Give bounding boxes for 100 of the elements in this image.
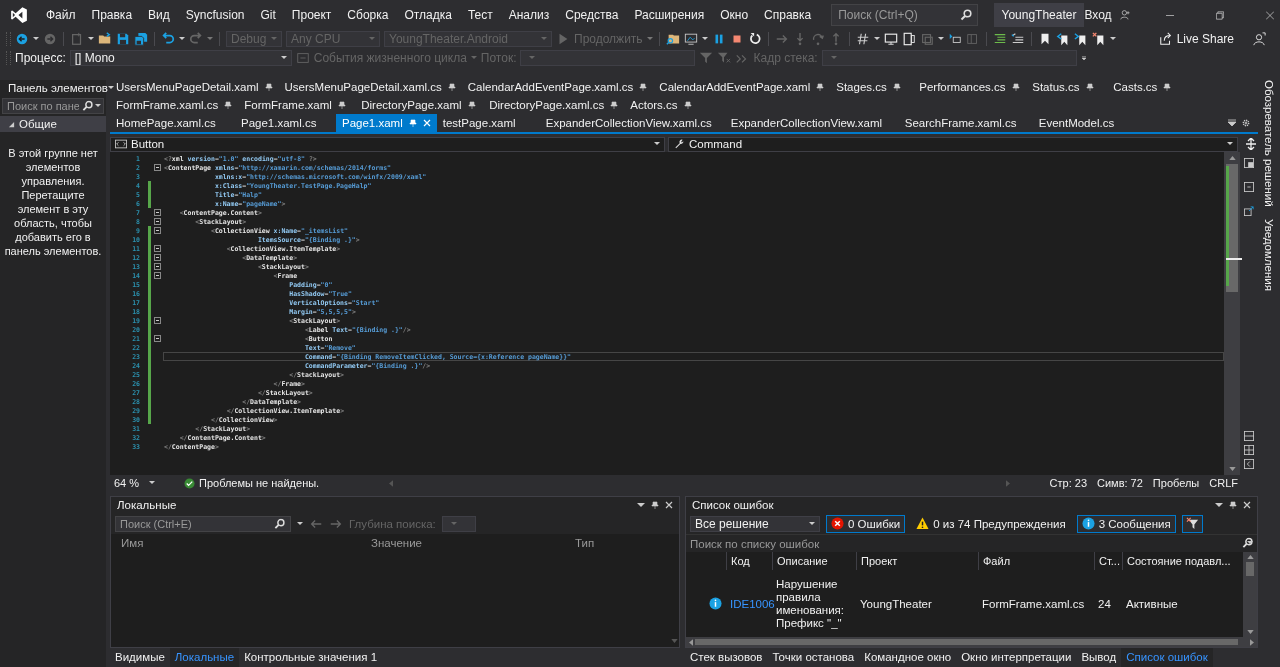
search-field[interactable]: Поиск (Ctrl+Q)	[831, 4, 978, 26]
menu-item[interactable]: Окно	[712, 8, 757, 22]
scroll-right-icon[interactable]	[1250, 638, 1254, 646]
document-tab[interactable]: Status.cs	[1026, 78, 1108, 96]
panel-tab[interactable]: Стек вызовов	[685, 648, 768, 667]
panel-tab[interactable]: Локальные	[169, 648, 240, 667]
collapse-icon[interactable]	[153, 164, 161, 171]
caret-icon[interactable]	[88, 37, 94, 41]
document-tab[interactable]: Actors.cs	[624, 96, 705, 114]
document-tab[interactable]: CalendarAddEventPage.xaml.cs	[461, 78, 654, 96]
caret-icon[interactable]	[1109, 37, 1116, 41]
collapse-icon[interactable]	[153, 227, 161, 234]
pin-icon[interactable]	[224, 101, 233, 109]
scroll-up-icon[interactable]	[1228, 156, 1236, 160]
search-field[interactable]: Поиск по пане	[2, 98, 104, 114]
caret-icon[interactable]	[1215, 501, 1223, 509]
panel-title[interactable]: Панель элементов	[0, 80, 106, 96]
close-icon[interactable]	[665, 501, 673, 509]
pin-icon[interactable]	[683, 101, 692, 109]
pin-icon[interactable]	[1163, 83, 1172, 91]
element-dropdown[interactable]: Button	[110, 136, 665, 152]
pin-icon[interactable]	[1085, 83, 1094, 91]
toolbox-group[interactable]: Общие	[0, 116, 106, 132]
pin-icon[interactable]	[610, 101, 619, 109]
side-tab[interactable]: Обозреватель решений	[1263, 80, 1275, 207]
collapse-icon[interactable]	[153, 263, 161, 270]
pin-icon[interactable]	[337, 101, 346, 109]
column-header[interactable]: Ст...	[1094, 552, 1122, 570]
column-header[interactable]: Тип	[575, 537, 595, 549]
filter-toggle[interactable]: 0 Ошибки	[826, 514, 906, 533]
pin-icon[interactable]	[639, 83, 648, 91]
caret-icon[interactable]	[873, 37, 880, 41]
pin-icon[interactable]	[1229, 501, 1237, 509]
document-tab[interactable]: UsersMenuPageDetail.xaml.cs	[278, 78, 462, 96]
column-header[interactable]: Имя	[111, 537, 371, 549]
pin-icon[interactable]	[264, 83, 273, 91]
menu-item[interactable]: Средства	[557, 8, 627, 22]
popout-icon[interactable]	[1244, 206, 1254, 216]
document-tab[interactable]: FormFrame.xaml.cs	[110, 96, 239, 114]
filter-toggle[interactable]: 0 из 74 Предупреждения	[911, 514, 1071, 533]
caret-icon[interactable]	[701, 37, 708, 41]
filter-button[interactable]	[1181, 514, 1203, 533]
monitor-icon[interactable]	[883, 32, 898, 46]
column-header[interactable]: Проект	[856, 552, 978, 570]
menu-item[interactable]: Syncfusion	[177, 8, 253, 22]
filter-toggle[interactable]: 3 Сообщения	[1076, 514, 1176, 533]
panel-tab[interactable]: Окно интерпретации	[956, 648, 1077, 667]
document-tab[interactable]: ExpanderCollectionView.xaml.cs	[539, 114, 725, 132]
menu-item[interactable]: Правка	[83, 8, 141, 22]
scroll-thumb[interactable]	[1246, 562, 1254, 576]
document-tab[interactable]: FormFrame.xaml	[238, 96, 356, 114]
overflow-icon[interactable]	[1080, 56, 1087, 60]
panel-tab[interactable]: Точки останова	[767, 648, 860, 667]
scrollbar[interactable]	[1243, 552, 1257, 637]
collapse-icon[interactable]	[153, 218, 161, 225]
caret-icon[interactable]	[179, 37, 185, 41]
document-tab[interactable]: Casts.cs	[1107, 78, 1188, 96]
scrollbar[interactable]	[686, 637, 1257, 647]
collapse-icon[interactable]	[153, 317, 161, 324]
process-dropdown[interactable]: [] Mono	[69, 50, 292, 66]
error-code-link[interactable]: IDE1006	[726, 597, 772, 610]
menu-item[interactable]: Сборка	[339, 8, 397, 22]
screen-icon[interactable]	[683, 32, 698, 46]
split-vertical-icon[interactable]	[1244, 445, 1254, 455]
save-icon[interactable]	[116, 32, 130, 46]
column-header[interactable]: Значение	[371, 537, 575, 549]
feedback-icon[interactable]	[1252, 32, 1266, 46]
document-tab[interactable]: UsersMenuPageDetail.xaml	[110, 78, 279, 96]
side-tab[interactable]: Уведомления	[1263, 218, 1275, 291]
collapse-icon[interactable]	[153, 254, 161, 261]
panel-tab[interactable]: Командное окно	[859, 648, 957, 667]
collapse-icon[interactable]	[153, 272, 161, 279]
menu-item[interactable]: Проект	[283, 8, 340, 22]
hash-icon[interactable]	[855, 32, 870, 46]
panel-tab[interactable]: Список ошибок	[1121, 648, 1213, 667]
collapse-icon[interactable]	[153, 335, 161, 342]
document-tab[interactable]: testPage.xaml	[436, 114, 540, 132]
menu-item[interactable]: Справка	[756, 8, 820, 22]
caret-icon[interactable]	[637, 501, 645, 509]
member-dropdown[interactable]: Command	[668, 136, 1238, 152]
uncomment-icon[interactable]	[1010, 32, 1025, 46]
document-tab[interactable]: ExpanderCollectionView.xaml	[724, 114, 899, 132]
issues-status[interactable]: Проблемы не найдены.	[199, 477, 320, 489]
document-tab[interactable]: DirectoryPage.xaml	[355, 96, 484, 114]
back-icon[interactable]	[15, 32, 29, 46]
search-field[interactable]: Поиск (Ctrl+E)	[115, 515, 291, 532]
document-tab[interactable]: CalendarAddEventPage.xaml	[653, 78, 831, 96]
bookmark-delete-icon[interactable]	[1091, 32, 1106, 46]
document-tab[interactable]: HomePage.xaml.cs	[110, 114, 235, 132]
panel-tab[interactable]: Контрольные значения 1	[239, 648, 383, 667]
lines-icon[interactable]	[992, 32, 1007, 46]
menu-item[interactable]: Отладка	[396, 8, 460, 22]
pin-icon[interactable]	[1011, 83, 1020, 91]
pin-icon[interactable]	[816, 83, 825, 91]
collapse-icon[interactable]	[153, 245, 161, 252]
pin-icon[interactable]	[447, 83, 456, 91]
expand-icon[interactable]	[1244, 459, 1254, 469]
search-field[interactable]: Поиск по списку ошибок	[686, 534, 1257, 552]
line-endings-indicator[interactable]: CRLF	[1209, 477, 1238, 489]
pin-icon[interactable]	[467, 101, 476, 109]
